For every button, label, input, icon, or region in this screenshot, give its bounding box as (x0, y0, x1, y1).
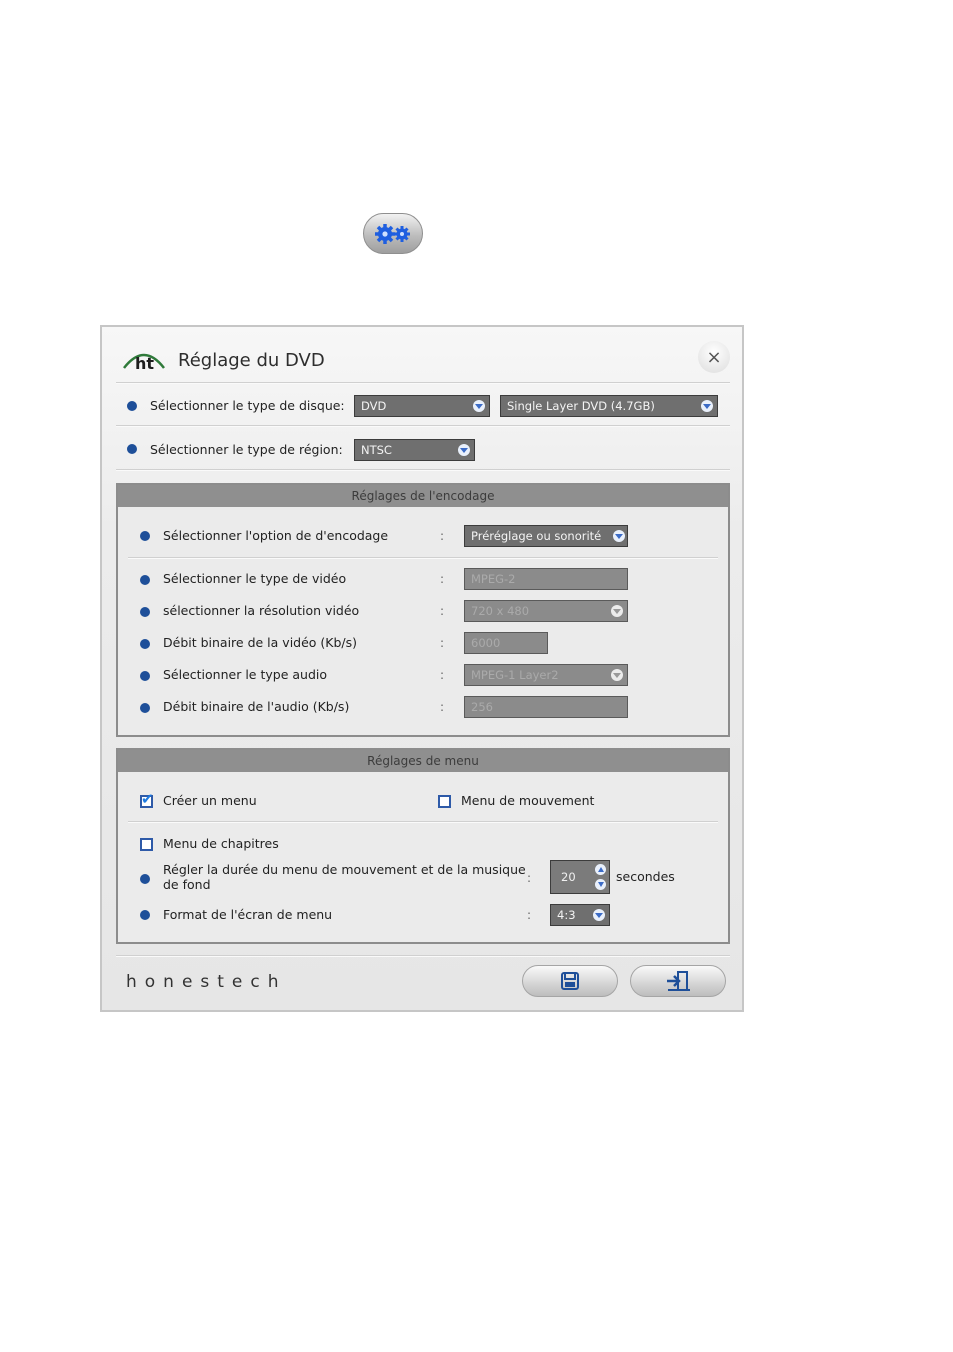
dvd-settings-dialog: ht Réglage du DVD × Sélectionner le type… (100, 325, 744, 1012)
disc-type-label: Sélectionner le type de disque: (150, 398, 345, 413)
motion-menu-checkbox[interactable] (438, 795, 451, 808)
dropdown-arrow-icon (593, 909, 605, 921)
bullet-icon (140, 874, 150, 884)
close-button[interactable]: × (698, 341, 730, 373)
dropdown-arrow-icon (611, 605, 623, 617)
gear-icon (375, 223, 410, 244)
disc-capacity-value: Single Layer DVD (4.7GB) (507, 399, 655, 413)
bullet-icon (140, 639, 150, 649)
region-type-label: Sélectionner le type de région: (150, 442, 343, 457)
colon: : (440, 529, 445, 543)
bullet-icon (140, 671, 150, 681)
audio-bitrate-value: 256 (471, 700, 493, 714)
settings-button[interactable] (363, 213, 423, 254)
dropdown-arrow-icon (613, 530, 625, 542)
audio-bitrate-label: Débit binaire de l'audio (Kb/s) (163, 699, 350, 714)
dropdown-arrow-icon (458, 444, 470, 456)
menu-duration-label-line2: de fond (163, 877, 211, 892)
menu-settings-group: Réglages de menu Créer un menu Menu de m… (116, 748, 730, 944)
encoding-option-label: Sélectionner l'option de d'encodage (163, 528, 389, 543)
dropdown-arrow-icon (701, 400, 713, 412)
bullet-icon (127, 444, 137, 454)
video-resolution-select[interactable]: 720 x 480 (464, 600, 628, 622)
chapter-menu-checkbox[interactable] (140, 838, 153, 851)
dropdown-arrow-icon (611, 669, 623, 681)
divider (116, 382, 730, 384)
video-resolution-label: sélectionner la résolution vidéo (163, 603, 360, 618)
video-type-value: MPEG-2 (471, 572, 516, 586)
dialog-title: Réglage du DVD (178, 349, 325, 371)
disc-capacity-select[interactable]: Single Layer DVD (4.7GB) (500, 395, 718, 417)
create-menu-label: Créer un menu (163, 793, 257, 808)
menu-screen-format-value: 4:3 (557, 908, 576, 922)
video-type-label: Sélectionner le type de vidéo (163, 571, 347, 586)
audio-bitrate-field[interactable]: 256 (464, 696, 628, 718)
colon: : (440, 572, 445, 586)
save-button[interactable] (522, 965, 618, 997)
menu-duration-value: 20 (561, 870, 576, 884)
region-type-value: NTSC (361, 443, 392, 457)
bullet-icon (140, 531, 150, 541)
video-resolution-value: 720 x 480 (471, 604, 530, 618)
close-icon: × (706, 346, 722, 368)
divider (128, 557, 718, 559)
svg-text:ht: ht (135, 354, 154, 372)
chevron-up-icon[interactable] (595, 864, 606, 875)
menu-duration-stepper[interactable]: 20 (550, 860, 610, 894)
region-type-select[interactable]: NTSC (354, 439, 475, 461)
encoding-settings-header: Réglages de l'encodage (118, 485, 728, 507)
encoding-option-select[interactable]: Préréglage ou sonorité (464, 525, 628, 547)
encoding-settings-group: Réglages de l'encodage Sélectionner l'op… (116, 483, 730, 737)
colon: : (527, 871, 532, 885)
bullet-icon (140, 703, 150, 713)
audio-type-value: MPEG-1 Layer2 (471, 668, 559, 682)
video-type-field[interactable]: MPEG-2 (464, 568, 628, 590)
menu-duration-unit: secondes (616, 869, 675, 884)
divider (116, 955, 730, 957)
motion-menu-label: Menu de mouvement (461, 793, 595, 808)
disc-type-select[interactable]: DVD (354, 395, 490, 417)
bullet-icon (140, 607, 150, 617)
audio-type-select[interactable]: MPEG-1 Layer2 (464, 664, 628, 686)
colon: : (440, 668, 445, 682)
bullet-icon (140, 910, 150, 920)
colon: : (440, 636, 445, 650)
divider (116, 469, 730, 471)
dropdown-arrow-icon (473, 400, 485, 412)
divider (116, 425, 730, 427)
exit-icon (667, 971, 690, 991)
colon: : (440, 604, 445, 618)
brand-logo: honestech (126, 972, 287, 992)
chevron-down-icon[interactable] (595, 879, 606, 890)
divider (128, 821, 718, 823)
menu-duration-label-line1: Régler la durée du menu de mouvement et … (163, 862, 526, 877)
disc-type-value: DVD (361, 399, 387, 413)
audio-type-label: Sélectionner le type audio (163, 667, 328, 682)
menu-settings-header: Réglages de menu (118, 750, 728, 772)
title-bar: ht Réglage du DVD (122, 345, 325, 375)
colon: : (440, 700, 445, 714)
ht-logo-icon: ht (123, 353, 165, 372)
save-icon (561, 972, 579, 990)
bullet-icon (127, 401, 137, 411)
encoding-option-value: Préréglage ou sonorité (471, 529, 602, 543)
create-menu-checkbox[interactable] (140, 790, 154, 808)
video-bitrate-label: Débit binaire de la vidéo (Kb/s) (163, 635, 358, 650)
chapter-menu-label: Menu de chapitres (163, 836, 279, 851)
exit-button[interactable] (630, 965, 726, 997)
video-bitrate-field[interactable]: 6000 (464, 632, 548, 654)
bullet-icon (140, 575, 150, 585)
colon: : (527, 908, 532, 922)
video-bitrate-value: 6000 (471, 636, 501, 650)
menu-screen-format-select[interactable]: 4:3 (550, 904, 610, 926)
menu-screen-format-label: Format de l'écran de menu (163, 907, 333, 922)
